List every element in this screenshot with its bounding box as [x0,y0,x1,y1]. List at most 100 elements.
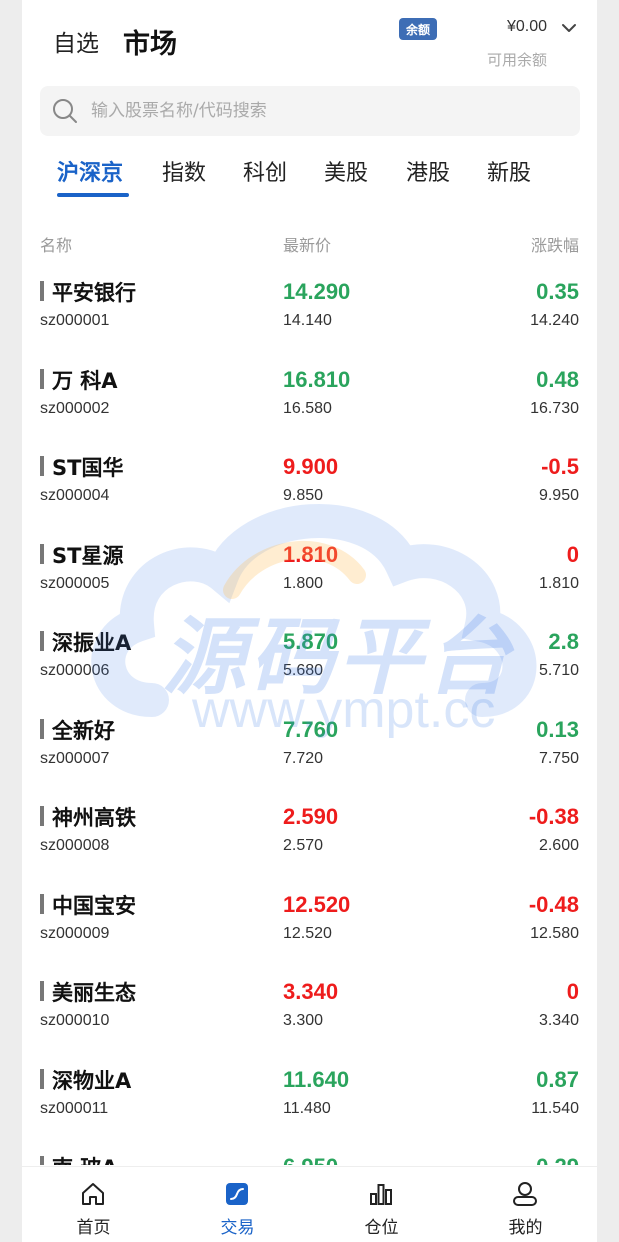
stock-code: sz000001 [40,312,110,329]
stock-prev-price: 16.580 [283,400,332,417]
stock-code: sz000006 [40,662,110,679]
stock-price: 11.640 [283,1067,350,1092]
row-marker [40,456,44,476]
column-change: 涨跌幅 [530,236,579,255]
stock-change: -0.48 [528,892,579,917]
search-icon [53,99,77,123]
balance-value[interactable]: ¥0.00 [507,18,547,36]
row-marker [40,894,44,914]
nav-position[interactable]: 仓位 [310,1167,453,1242]
stock-price: 12.520 [283,892,351,917]
profile-icon [513,1182,537,1206]
stock-price: 7.760 [283,717,339,742]
stock-name: 全新好 [52,719,115,743]
position-icon [370,1184,392,1205]
stock-code: sz000010 [40,1012,110,1029]
column-name: 名称 [40,236,73,255]
stock-name: 神州高铁 [52,806,136,830]
stock-change: 0 [566,542,579,567]
stock-row[interactable]: 平安银行 sz000001 14.290 14.140 0.35 14.240 [22,265,597,353]
stock-name: ST国华 [52,456,124,480]
stock-row[interactable]: 神州高铁 sz000008 2.590 2.570 -0.38 2.600 [22,790,597,878]
stock-row[interactable]: 美丽生态 sz000010 3.340 3.300 0 3.340 [22,965,597,1053]
bottom-nav: 首页 交易 仓位 我的 [22,1166,597,1242]
stock-name: 平安银行 [52,281,136,305]
stock-change-sub: 11.540 [531,1100,579,1117]
trade-icon [226,1183,248,1205]
balance-badge: 余额 [399,18,437,40]
stock-row[interactable]: 深物业A sz000011 11.640 11.480 0.87 11.540 [22,1053,597,1141]
nav-home-label: 首页 [76,1218,111,1238]
stock-change-sub: 5.710 [538,662,579,679]
row-marker [40,1069,44,1089]
stock-change: -0.38 [528,804,579,829]
stock-change-sub: 7.750 [538,750,579,767]
home-icon [82,1183,104,1205]
stock-code: sz000004 [40,487,110,504]
stock-change: 0.87 [536,1067,579,1092]
stock-row[interactable]: 深振业A sz000006 5.870 5.680 2.8 5.710 [22,615,597,703]
stock-list: 平安银行 sz000001 14.290 14.140 0.35 14.240 万 科A sz… [22,265,597,1165]
stock-row[interactable]: ST国华 sz000004 9.900 9.850 -0.5 9.950 [22,440,597,528]
stock-name: 南 玻A [52,1152,118,1165]
row-marker [40,631,44,651]
row-marker [40,981,44,1001]
tab-hushenjing[interactable]: 沪深京 [57,155,123,187]
stock-price: 2.590 [283,804,339,829]
stock-name: ST星源 [52,544,124,568]
stock-code: sz000002 [40,400,110,417]
tab-hk[interactable]: 港股 [406,155,450,187]
stock-price: 3.340 [283,979,339,1004]
stock-change-sub: 16.730 [530,400,579,417]
stock-name: 万 科A [52,369,118,393]
nav-home[interactable]: 首页 [22,1167,165,1242]
tab-index[interactable]: 指数 [162,155,206,187]
balance-label: 可用余额 [486,51,547,69]
tab-star[interactable]: 科创 [243,155,287,187]
stock-row[interactable]: ST星源 sz000005 1.810 1.800 0 1.810 [22,528,597,616]
stock-code: sz000008 [40,837,110,854]
row-marker [40,281,44,301]
stock-prev-price: 12.520 [283,925,332,942]
search-bar[interactable] [40,86,580,136]
stock-code: sz000011 [40,1100,109,1117]
stock-change-sub: 3.340 [538,1012,579,1029]
stock-change: 2.8 [548,629,579,654]
nav-trade-label: 交易 [220,1218,255,1238]
tab-market[interactable]: 市场 [123,22,177,61]
stock-price: 5.870 [283,629,339,654]
row-marker [40,719,44,739]
search-input[interactable] [91,86,561,136]
stock-change: 0.13 [536,717,579,742]
tab-watchlist[interactable]: 自选 [53,24,99,58]
stock-price: 9.900 [283,454,339,479]
stock-row[interactable]: 南 玻Asz0000126.9500.29 [22,1140,597,1165]
stock-prev-price: 5.680 [283,662,324,679]
nav-trade[interactable]: 交易 [166,1167,309,1242]
row-marker [40,806,44,826]
stock-name: 深物业A [52,1069,132,1093]
nav-position-label: 仓位 [364,1218,399,1238]
stock-row[interactable]: 万 科A sz000002 16.810 16.580 0.48 16.730 [22,353,597,441]
stock-row[interactable]: 中国宝安 sz000009 12.520 12.520 -0.48 12.580 [22,878,597,966]
stock-price: 6.950 [283,1154,338,1165]
column-price: 最新价 [283,236,332,255]
stock-prev-price: 2.570 [283,837,324,854]
stock-change: -0.5 [541,454,579,479]
stock-prev-price: 1.800 [283,575,324,592]
tab-ipo[interactable]: 新股 [487,155,531,187]
stock-change: 0.35 [536,279,579,304]
nav-profile[interactable]: 我的 [454,1167,597,1242]
stock-code: sz000007 [40,750,110,767]
chevron-down-icon[interactable] [561,20,577,36]
row-marker [40,1156,44,1165]
stock-change-sub: 12.580 [530,925,579,942]
tab-us[interactable]: 美股 [324,155,368,187]
stock-change: 0 [566,979,579,1004]
active-tab-indicator [57,193,129,197]
stock-code: sz000005 [40,575,110,592]
stock-change-sub: 2.600 [538,837,579,854]
stock-name: 美丽生态 [52,981,136,1005]
stock-row[interactable]: 全新好 sz000007 7.760 7.720 0.13 7.750 [22,703,597,791]
stock-change-sub: 1.810 [538,575,579,592]
